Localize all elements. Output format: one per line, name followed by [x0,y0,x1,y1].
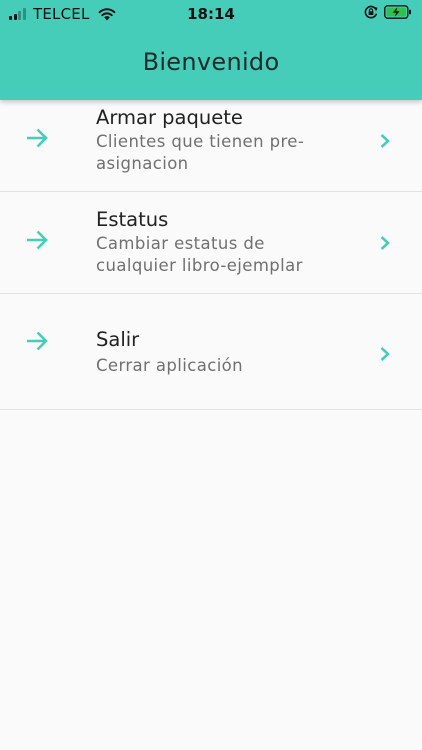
menu-item-label: Estatus [96,208,169,231]
menu-item-description: Clientes que tienen pre-asignacion [96,132,305,173]
status-bar: TELCEL 18:14 [0,0,422,28]
status-time: 18:14 [187,5,235,23]
menu-item-estatus[interactable]: Estatus Cambiar estatus de cualquier lib… [0,192,422,294]
arrow-right-icon [27,128,48,148]
menu-item-armar-paquete[interactable]: Armar paquete Clientes que tienen pre-as… [0,90,422,192]
menu-list: Armar paquete Clientes que tienen pre-as… [0,90,422,410]
menu-item-description: Cerrar aplicación [96,356,244,375]
rotation-lock-icon [364,5,378,19]
menu-item-label: Salir [96,328,140,351]
chevron-right-icon [380,134,390,148]
page-title: Bienvenido [142,48,280,76]
battery-charging-icon [384,5,411,19]
menu-item-label: Armar paquete [96,106,243,129]
app-bar: TELCEL 18:14 Bienvenido [0,0,422,100]
menu-item-salir[interactable]: Salir Cerrar aplicación [0,294,422,410]
status-right [364,5,412,19]
chevron-right-icon [380,236,390,250]
arrow-right-icon [27,230,48,250]
menu-item-description: Cambiar estatus de cualquier libro-ejemp… [96,234,303,275]
chevron-right-icon [380,347,390,361]
arrow-right-icon [27,331,48,351]
